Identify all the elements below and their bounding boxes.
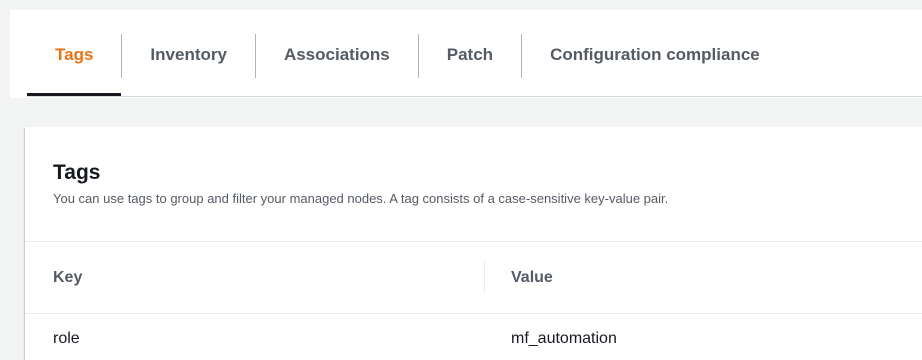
tab-patch[interactable]: Patch <box>419 34 521 97</box>
tab-associations[interactable]: Associations <box>256 34 418 97</box>
tags-panel: Tags You can use tags to group and filte… <box>25 127 922 360</box>
tab-tags[interactable]: Tags <box>27 34 122 97</box>
panel-title: Tags <box>53 161 101 184</box>
panel-description: You can use tags to group and filter you… <box>53 191 669 206</box>
tab-configuration-compliance[interactable]: Configuration compliance <box>522 34 788 97</box>
column-header-key: Key <box>53 268 83 286</box>
panel-header: Tags You can use tags to group and filte… <box>25 127 922 242</box>
tabs-underline <box>27 96 922 97</box>
cell-key: role <box>53 330 80 347</box>
tab-inventory[interactable]: Inventory <box>122 34 255 97</box>
table-header-row: Key Value <box>25 242 922 314</box>
column-header-value: Value <box>511 268 553 286</box>
column-divider[interactable] <box>484 260 485 294</box>
page: Tags Inventory Associations Patch Config… <box>0 0 922 360</box>
tabs-bar: Tags Inventory Associations Patch Config… <box>10 10 922 98</box>
cell-value: mf_automation <box>511 330 617 347</box>
table-row: role mf_automation <box>25 314 922 360</box>
tab-list: Tags Inventory Associations Patch Config… <box>27 34 788 97</box>
